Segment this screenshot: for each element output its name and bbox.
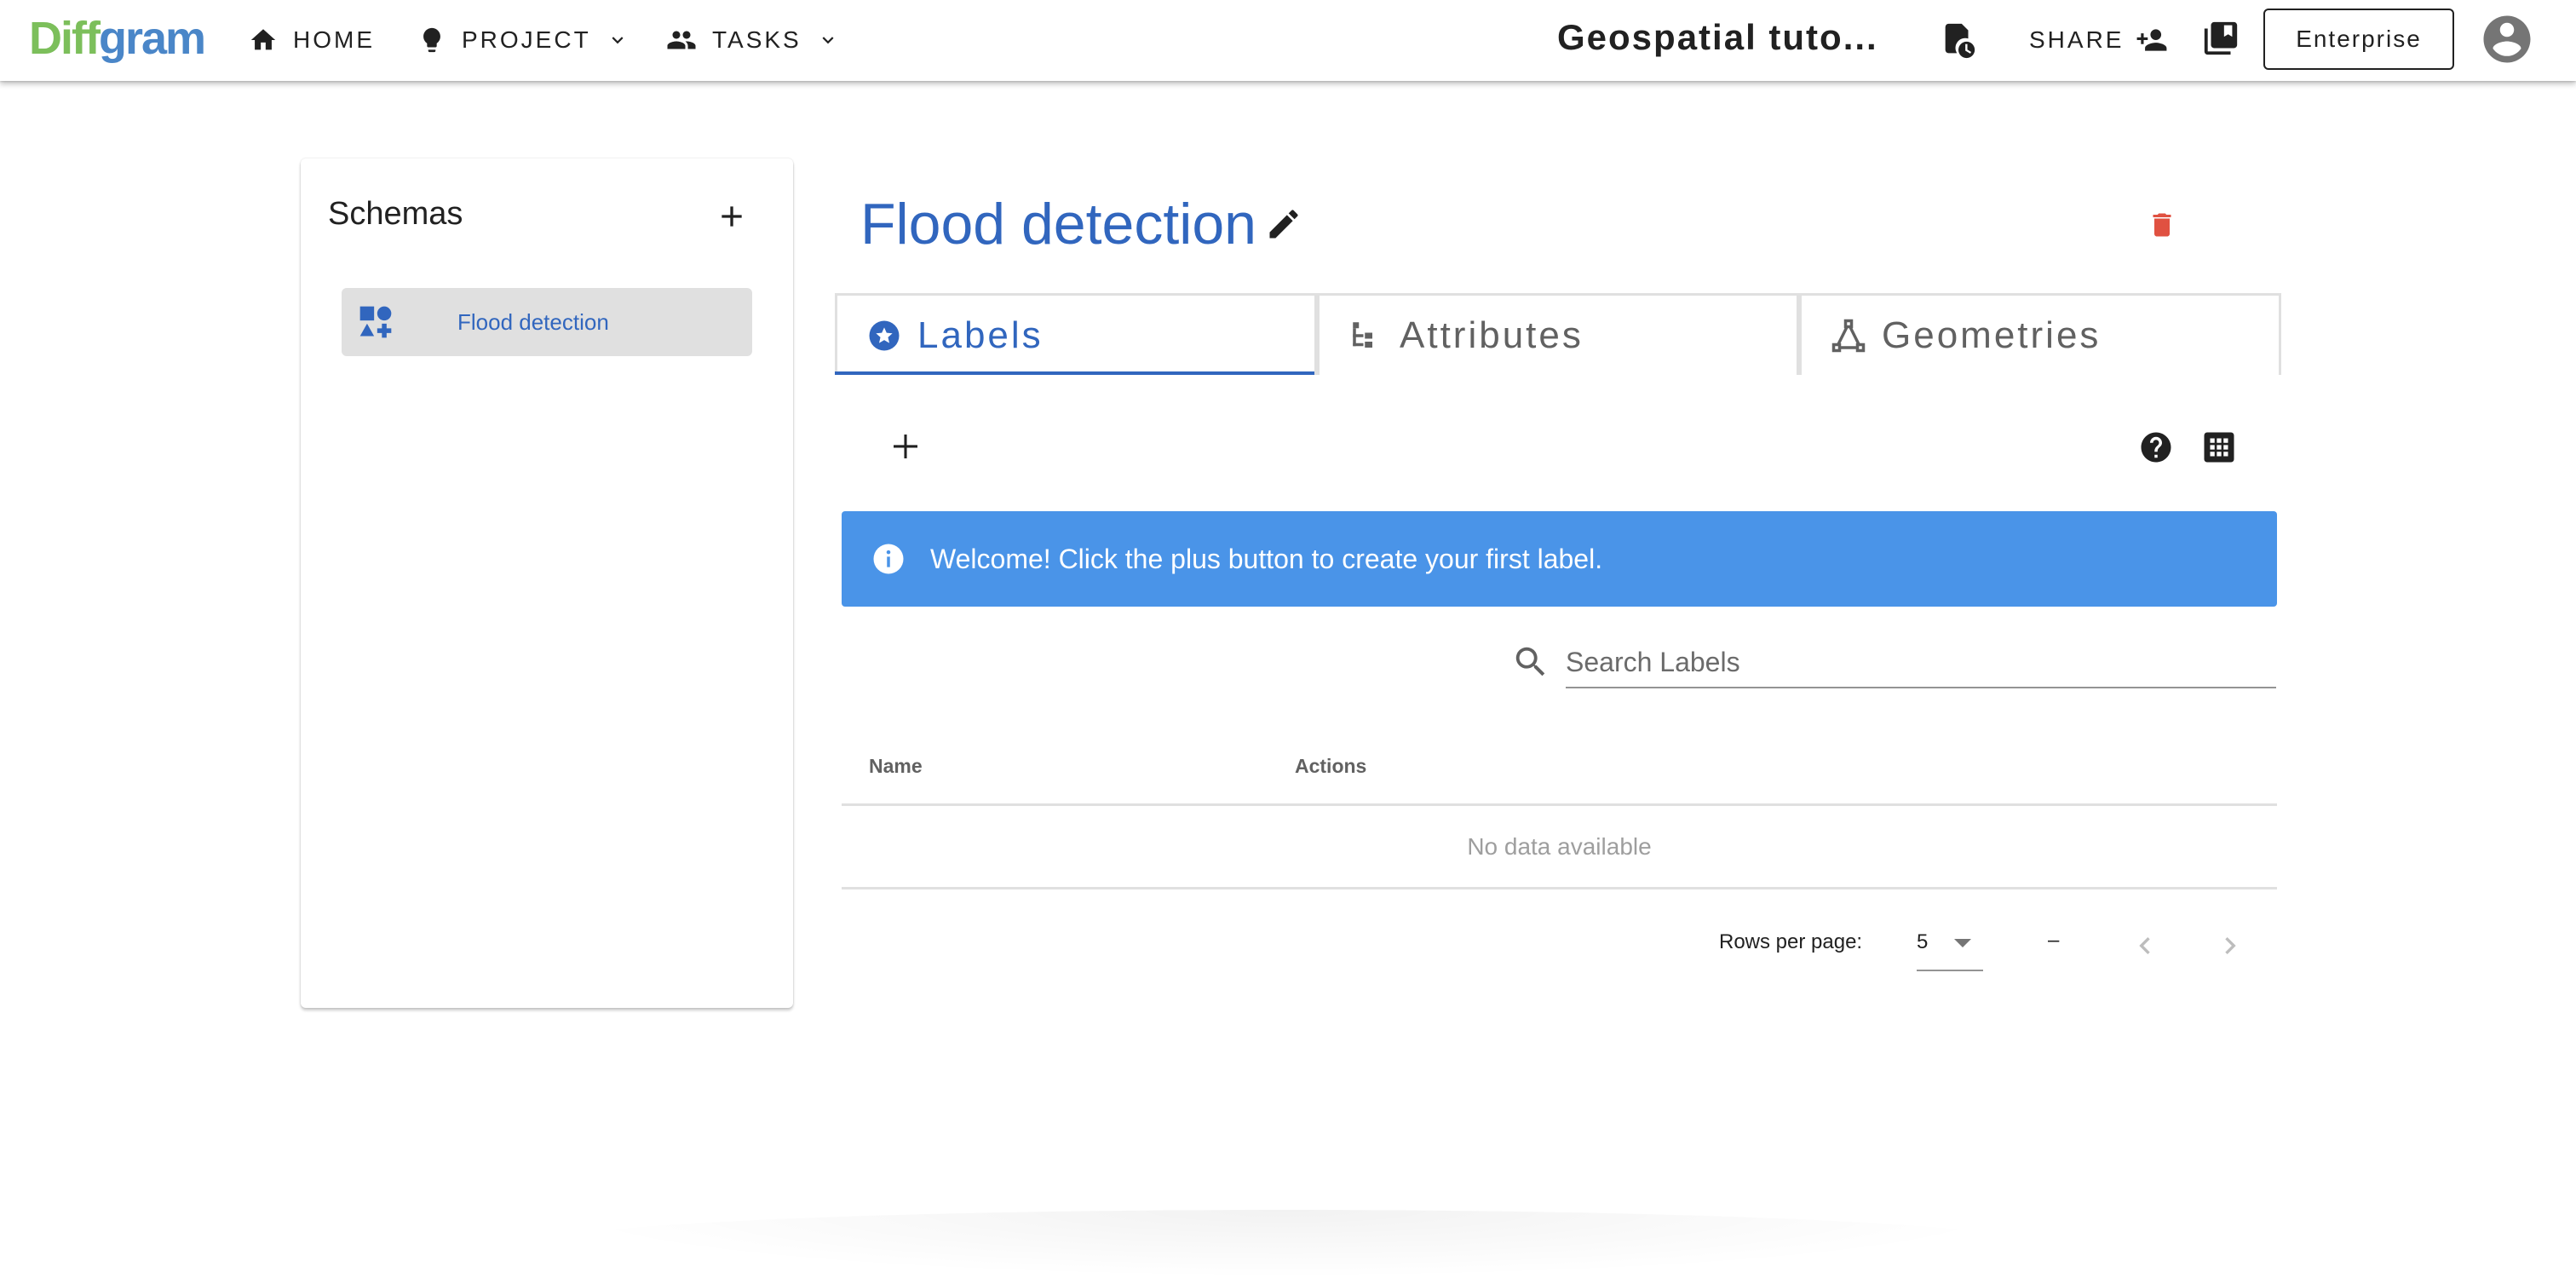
alert-message: Welcome! Click the plus button to create… bbox=[930, 543, 1603, 574]
tab-labels-text: Labels bbox=[917, 314, 1044, 356]
person-add-icon bbox=[2136, 24, 2168, 56]
chevron-down-icon bbox=[607, 29, 629, 51]
lightbulb-icon bbox=[417, 26, 446, 55]
search-icon bbox=[1511, 642, 1550, 682]
next-page-button[interactable] bbox=[2213, 929, 2247, 963]
search-labels-field bbox=[1509, 637, 2276, 690]
schema-title-text: Flood detection bbox=[860, 192, 1256, 256]
schemas-panel: Schemas Flood detection bbox=[301, 158, 793, 1008]
plus-icon bbox=[722, 206, 742, 227]
help-circle-icon bbox=[2141, 432, 2171, 463]
nav-project[interactable]: PROJECT bbox=[417, 19, 629, 61]
project-title[interactable]: Geospatial tuto... bbox=[1557, 17, 1878, 58]
info-icon bbox=[871, 541, 906, 577]
grid-view-button[interactable] bbox=[2201, 429, 2237, 465]
nav-home-label: HOME bbox=[293, 26, 375, 53]
page-range-text: – bbox=[2048, 929, 2060, 952]
tree-icon bbox=[1348, 318, 1384, 354]
nav-project-label: PROJECT bbox=[462, 26, 591, 53]
schema-item-flood-detection[interactable]: Flood detection bbox=[342, 288, 752, 356]
nav-tasks[interactable]: TASKS bbox=[666, 19, 839, 61]
column-header-actions: Actions bbox=[1295, 755, 1367, 777]
rows-per-page-value: 5 bbox=[1917, 930, 1929, 953]
schema-title: Flood detection bbox=[860, 191, 1302, 257]
chevron-down-icon bbox=[817, 29, 839, 51]
search-labels-input[interactable] bbox=[1566, 637, 2276, 688]
bottom-shadow-decoration bbox=[545, 1210, 2027, 1278]
share-label: SHARE bbox=[2029, 26, 2125, 53]
tab-labels[interactable]: Labels bbox=[835, 293, 1317, 375]
file-history-icon[interactable] bbox=[1939, 20, 1978, 60]
home-icon bbox=[249, 26, 278, 55]
diffgram-logo[interactable]: Diffgram bbox=[29, 12, 206, 65]
enterprise-button[interactable]: Enterprise bbox=[2263, 9, 2454, 70]
schema-tabs: Labels Attributes Geometries bbox=[835, 293, 2283, 375]
column-header-name[interactable]: Name bbox=[869, 755, 923, 778]
tab-attributes[interactable]: Attributes bbox=[1317, 293, 1799, 375]
nav-home[interactable]: HOME bbox=[249, 19, 375, 61]
nav-tasks-label: TASKS bbox=[712, 26, 802, 53]
table-empty-row: No data available bbox=[842, 806, 2277, 889]
rows-per-page-select[interactable]: 5 bbox=[1917, 920, 1983, 971]
tab-geometries[interactable]: Geometries bbox=[1799, 293, 2281, 375]
shapes-icon bbox=[357, 303, 394, 341]
table-pagination: Rows per page: 5 – bbox=[1704, 920, 2276, 971]
plus-icon bbox=[894, 434, 917, 458]
vector-triangle-icon bbox=[1831, 318, 1866, 354]
no-data-text: No data available bbox=[1467, 832, 1652, 860]
account-avatar-icon[interactable] bbox=[2479, 11, 2535, 67]
help-button[interactable] bbox=[2138, 429, 2174, 465]
edit-pencil-icon[interactable] bbox=[1265, 205, 1302, 243]
schema-item-label: Flood detection bbox=[457, 308, 609, 335]
welcome-alert: Welcome! Click the plus button to create… bbox=[842, 511, 2277, 607]
table-header: Name Actions bbox=[842, 724, 2277, 806]
trash-icon bbox=[2153, 213, 2171, 237]
library-books-icon[interactable] bbox=[2201, 19, 2240, 58]
tab-attributes-text: Attributes bbox=[1400, 314, 1584, 356]
chevron-left-icon bbox=[2139, 937, 2150, 954]
top-app-bar: Diffgram HOME PROJECT TASKS Geospatial t… bbox=[0, 0, 2576, 81]
add-label-button[interactable] bbox=[886, 426, 925, 465]
rows-per-page-label: Rows per page: bbox=[1719, 930, 1863, 953]
tab-geometries-text: Geometries bbox=[1882, 314, 2102, 356]
labels-table: Name Actions No data available bbox=[842, 724, 2277, 889]
star-circle-icon bbox=[866, 318, 902, 354]
previous-page-button[interactable] bbox=[2128, 929, 2162, 963]
schemas-title: Schemas bbox=[328, 196, 463, 232]
people-icon bbox=[666, 25, 697, 55]
chevron-right-icon bbox=[2225, 937, 2236, 954]
add-schema-button[interactable] bbox=[715, 199, 749, 233]
caret-down-icon bbox=[1952, 937, 1973, 949]
share-button[interactable]: SHARE bbox=[2029, 19, 2168, 61]
delete-schema-button[interactable] bbox=[2147, 208, 2177, 242]
apps-grid-icon bbox=[2204, 432, 2234, 463]
